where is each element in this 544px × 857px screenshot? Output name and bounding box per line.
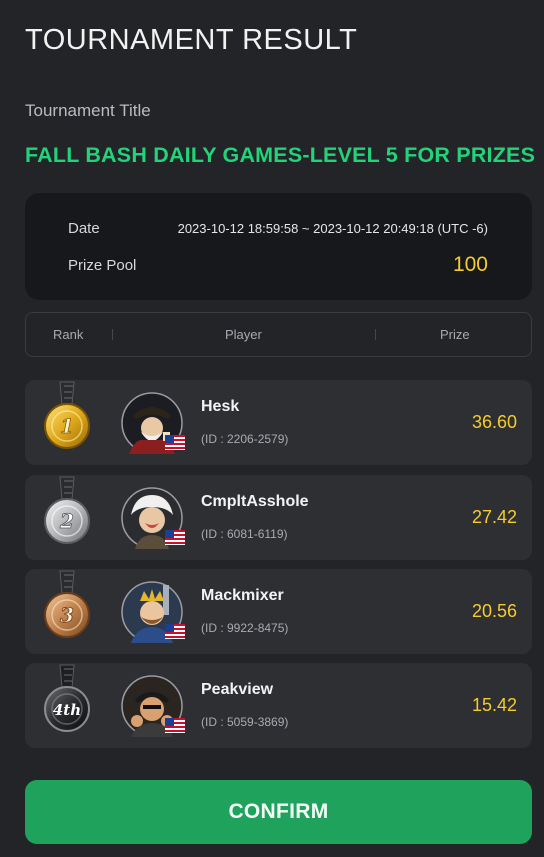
silver-medal-icon: 2 <box>44 476 90 544</box>
rank-number: 4th <box>53 701 81 719</box>
player-id: (ID : 6081-6119) <box>201 527 288 541</box>
us-flag-icon <box>165 718 185 733</box>
player-prize: 15.42 <box>471 695 517 715</box>
prize-pool-label: Prize Pool <box>68 257 137 274</box>
rank-number: 3 <box>60 603 74 627</box>
player-id: (ID : 5059-3869) <box>201 715 289 729</box>
date-label: Date <box>68 220 100 237</box>
player-prize: 36.60 <box>471 412 517 432</box>
column-divider <box>112 329 113 340</box>
player-name: Peakview <box>201 681 274 698</box>
prize-pool-value: 100 <box>452 253 488 276</box>
table-row: 4th Peakview (ID : 5059-3869) 15.42 <box>25 663 532 748</box>
player-name: Hesk <box>201 398 240 415</box>
table-row: 1 Hesk (ID : 2206-2579) 36.60 <box>25 380 532 465</box>
tournament-info-panel: Date 2023-10-12 18:59:58 ~ 2023-10-12 20… <box>25 193 532 300</box>
column-divider <box>375 329 376 340</box>
date-value: 2023-10-12 18:59:58 ~ 2023-10-12 20:49:1… <box>177 221 488 236</box>
tournament-name: FALL BASH DAILY GAMES-LEVEL 5 FOR PRIZES <box>25 143 536 167</box>
black-medal-icon: 4th <box>44 664 90 732</box>
rank-number: 1 <box>60 414 74 438</box>
table-row: 2 CmpltAsshole (ID : 6081-6119) 27.42 <box>25 475 532 560</box>
player-prize: 20.56 <box>471 601 517 621</box>
tournament-title-label: Tournament Title <box>25 101 151 120</box>
column-header-rank: Rank <box>53 327 84 342</box>
rank-number: 2 <box>59 509 74 533</box>
player-prize: 27.42 <box>471 507 517 527</box>
confirm-button[interactable]: CONFIRM <box>25 780 532 844</box>
bronze-medal-icon: 3 <box>44 570 90 638</box>
gold-medal-icon: 1 <box>44 381 90 449</box>
page-title: TOURNAMENT RESULT <box>25 24 358 56</box>
results-table-header: Rank Player Prize <box>25 312 532 357</box>
us-flag-icon <box>165 530 185 545</box>
us-flag-icon <box>165 435 185 450</box>
confirm-button-label: CONFIRM <box>228 800 329 823</box>
player-id: (ID : 9922-8475) <box>201 621 289 635</box>
player-name: Mackmixer <box>201 587 284 604</box>
column-header-player: Player <box>225 327 262 342</box>
player-name: CmpltAsshole <box>201 493 309 510</box>
table-row: 3 Mackmixer (ID : 9922-8475) 20.56 <box>25 569 532 654</box>
column-header-prize: Prize <box>440 327 470 342</box>
player-id: (ID : 2206-2579) <box>201 432 289 446</box>
us-flag-icon <box>165 624 185 639</box>
